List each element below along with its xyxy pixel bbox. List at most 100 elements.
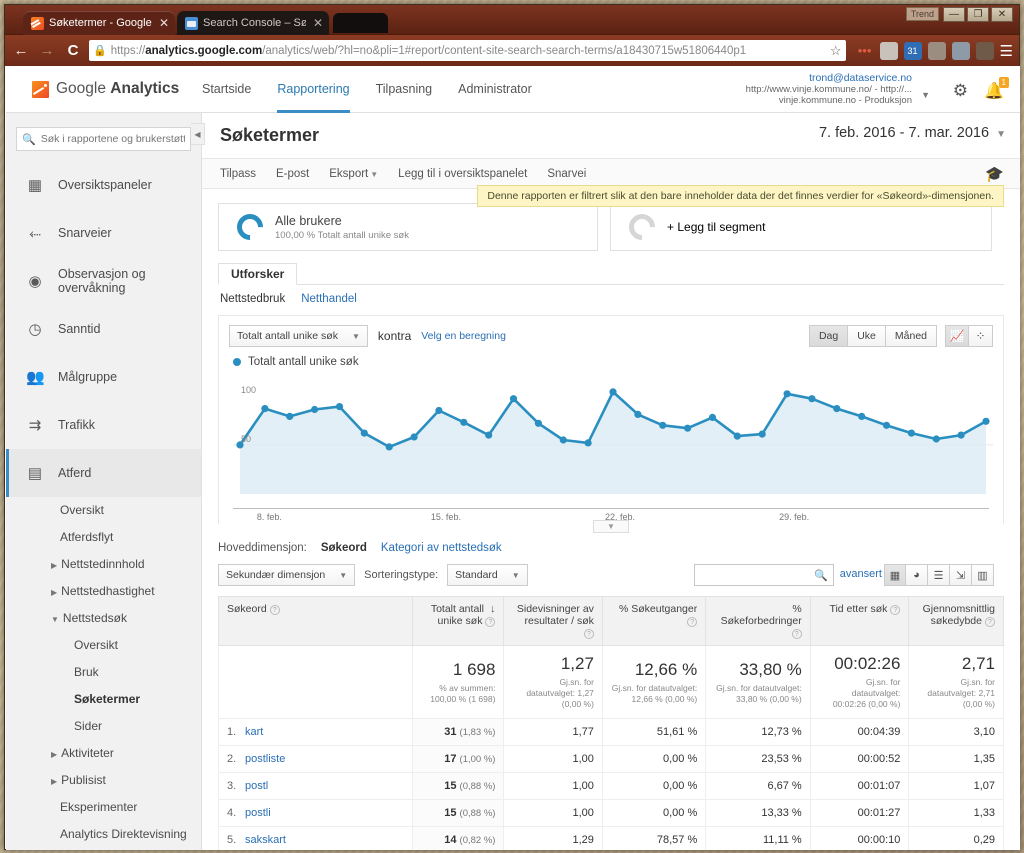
table-row[interactable]: 2. postliste 17 (1,00 %) 1,00 0,00 % 23,53 % 0… [218, 745, 1004, 773]
metric-select[interactable]: Totalt antall unike søk ▼ [229, 325, 368, 347]
segment-alle-brukere[interactable]: Alle brukere 100,00 % Totalt antall unik… [218, 203, 598, 251]
table-row[interactable]: 3. postl 15 (0,88 %) 1,00 0,00 % 6,67 % 00:01:… [218, 772, 1004, 800]
minimize-button[interactable]: — [943, 7, 965, 22]
pie-view-icon[interactable]: ◕ [906, 564, 928, 586]
chart-expander-icon[interactable]: ▼ [593, 520, 629, 533]
cell-keyword[interactable]: 1. kart [218, 718, 413, 746]
line-chart-icon[interactable]: 📈 [945, 325, 969, 347]
extension-paint-icon[interactable] [975, 41, 994, 60]
column-header-sidevisninger[interactable]: Sidevisninger av resultater / søk? [503, 596, 603, 646]
column-header-sokeforbedringer[interactable]: % Søkeforbedringer? [705, 596, 811, 646]
column-header-tid-etter-sok[interactable]: Tid etter søk? [809, 596, 910, 646]
granularity-dag[interactable]: Dag [808, 325, 849, 347]
gear-icon[interactable]: ⚙ [953, 81, 968, 101]
sidebar-item-trafikk[interactable]: ⇉ Trafikk [6, 401, 201, 449]
sidebar-subitem-nettstedinnhold[interactable]: ▶ Nettstedinnhold [6, 551, 201, 578]
sidebar-item-atferd[interactable]: ▤ Atferd [6, 449, 201, 497]
bell-icon[interactable]: 🔔 1 [984, 77, 1009, 101]
ga-logo[interactable]: Google Analytics [32, 80, 179, 98]
sidebar-subitem-nettstedhastighet[interactable]: ▶ Nettstedhastighet [6, 578, 201, 605]
secondary-dimension-select[interactable]: Sekundær dimensjon ▼ [218, 564, 356, 586]
sidebar-subitem-atferdsflyt[interactable]: Atferdsflyt [6, 524, 201, 551]
table-row[interactable]: 1. kart 31 (1,83 %) 1,77 51,61 % 12,73 % 00:04… [218, 718, 1004, 746]
chevron-down-icon[interactable]: ▼ [921, 90, 930, 100]
sidebar-subitem-publisist[interactable]: ▶ Publisist [6, 767, 201, 794]
extension-dots-icon[interactable]: ••• [856, 42, 874, 60]
sidebar-subitem-eksperimenter[interactable]: Eksperimenter [6, 794, 201, 821]
help-icon[interactable]: ? [485, 617, 496, 627]
sidebar-subitem-direktevisning[interactable]: Analytics Direktevisning [6, 821, 201, 848]
subtab-netthandel[interactable]: Netthandel [301, 293, 357, 305]
browser-tab-0[interactable]: Søketermer - Google Anal ✕ [23, 11, 175, 35]
cell-keyword[interactable]: 5. sakskart [218, 826, 413, 850]
address-bar[interactable]: 🔒 https://analytics.google.com/analytics… [89, 40, 846, 61]
graduation-cap-icon[interactable]: 🎓 [985, 165, 1004, 183]
close-tab-icon[interactable]: ✕ [159, 16, 169, 30]
performance-view-icon[interactable]: ⇲ [950, 564, 972, 586]
help-icon[interactable]: ? [791, 629, 802, 639]
extension-box-icon[interactable] [927, 41, 946, 60]
help-icon[interactable]: ? [583, 629, 594, 639]
close-window-button[interactable]: ✕ [991, 7, 1013, 22]
back-arrow-icon[interactable]: ← [11, 42, 31, 59]
column-header-sokeutganger[interactable]: % Søkeutganger? [601, 596, 707, 646]
legg-til-oversiktspanelet-button[interactable]: Legg til i oversiktspanelet [398, 168, 527, 180]
extension-drive-icon[interactable] [951, 41, 970, 60]
sidebar-item-snarveier[interactable]: ⬸ Snarveier [6, 209, 201, 257]
eksport-button[interactable]: Eksport ▼ [329, 168, 378, 180]
bar-view-icon[interactable]: ☰ [928, 564, 950, 586]
table-search-input[interactable]: 🔍 [694, 564, 834, 586]
date-range-picker[interactable]: 7. feb. 2016 - 7. mar. 2016 ▼ [819, 125, 1006, 141]
avansert-link[interactable]: avansert [840, 568, 882, 580]
extension-screen-icon[interactable] [879, 41, 898, 60]
sidebar-subitem-soketermer[interactable]: Søketermer [6, 686, 201, 713]
close-tab-icon[interactable]: ✕ [313, 16, 323, 30]
sidebar-subitem-sider[interactable]: Sider [6, 713, 201, 740]
sidebar-subitem-aktiviteter[interactable]: ▶ Aktiviteter [6, 740, 201, 767]
column-header-sokedybde[interactable]: Gjennomsnittlig søkedybde? [908, 596, 1004, 646]
table-row[interactable]: 4. postli 15 (0,88 %) 1,00 0,00 % 13,33 % 00:0… [218, 799, 1004, 827]
sidebar-item-malgruppe[interactable]: 👥 Målgruppe [6, 353, 201, 401]
sidebar-item-observasjon[interactable]: ◉ Observasjon og overvåkning [6, 257, 201, 305]
tilpass-button[interactable]: Tilpass [220, 168, 256, 180]
sidebar-subitem-sok-oversikt[interactable]: Oversikt [6, 632, 201, 659]
dimension-current[interactable]: Søkeord [321, 542, 367, 554]
cell-keyword[interactable]: 2. postliste [218, 745, 413, 773]
sidebar-subitem-bruk[interactable]: Bruk [6, 659, 201, 686]
collapse-left-icon[interactable]: ◀ [191, 123, 205, 145]
pivot-view-icon[interactable]: ▥ [972, 564, 994, 586]
column-header-sokeord[interactable]: Søkeord? [218, 596, 413, 646]
granularity-maned[interactable]: Måned [885, 325, 937, 347]
reload-icon[interactable]: C [63, 42, 83, 59]
table-view-icon[interactable]: ▦ [884, 564, 906, 586]
sidebar-item-oversiktspaneler[interactable]: ▦ Oversiktspaneler [6, 161, 201, 209]
browser-tab-1[interactable]: Search Console – Søkeana ✕ [177, 11, 329, 35]
sort-type-select[interactable]: Standard ▼ [447, 564, 528, 586]
help-icon[interactable]: ? [269, 605, 280, 615]
new-tab-button[interactable] [333, 13, 388, 33]
dimension-alternative[interactable]: Kategori av nettstedsøk [381, 542, 502, 554]
snarvei-button[interactable]: Snarvei [547, 168, 586, 180]
subtab-nettstedbruk[interactable]: Nettstedbruk [220, 293, 285, 305]
nav-item-tilpasning[interactable]: Tilpasning [376, 66, 433, 113]
cell-keyword[interactable]: 4. postli [218, 799, 413, 827]
nav-item-startside[interactable]: Startside [202, 66, 251, 113]
extension-calendar-icon[interactable]: 31 [903, 41, 922, 60]
maximize-button[interactable]: ❐ [967, 7, 989, 22]
table-row[interactable]: 5. sakskart 14 (0,82 %) 1,29 78,57 % 11,11 % 0… [218, 826, 1004, 850]
add-segment-button[interactable]: + Legg til segment [610, 203, 992, 251]
sidebar-subitem-oversikt[interactable]: Oversikt [6, 497, 201, 524]
help-icon[interactable]: ? [890, 605, 901, 615]
sidebar-subitem-nettstedsok[interactable]: ▼ Nettstedsøk [6, 605, 201, 632]
epost-button[interactable]: E-post [276, 168, 309, 180]
account-selector[interactable]: trond@dataservice.no http://www.vinje.ko… [746, 73, 912, 107]
nav-item-rapportering[interactable]: Rapportering [277, 66, 350, 113]
help-icon[interactable]: ? [985, 617, 995, 627]
bookmark-star-icon[interactable]: ☆ [830, 43, 842, 59]
sidebar-item-sanntid[interactable]: ◷ Sanntid [6, 305, 201, 353]
sidebar-search[interactable]: 🔍 [16, 127, 191, 151]
nav-item-administrator[interactable]: Administrator [458, 66, 532, 113]
help-icon[interactable]: ? [687, 617, 698, 627]
granularity-uke[interactable]: Uke [848, 325, 886, 347]
tab-utforsker[interactable]: Utforsker [218, 263, 298, 285]
